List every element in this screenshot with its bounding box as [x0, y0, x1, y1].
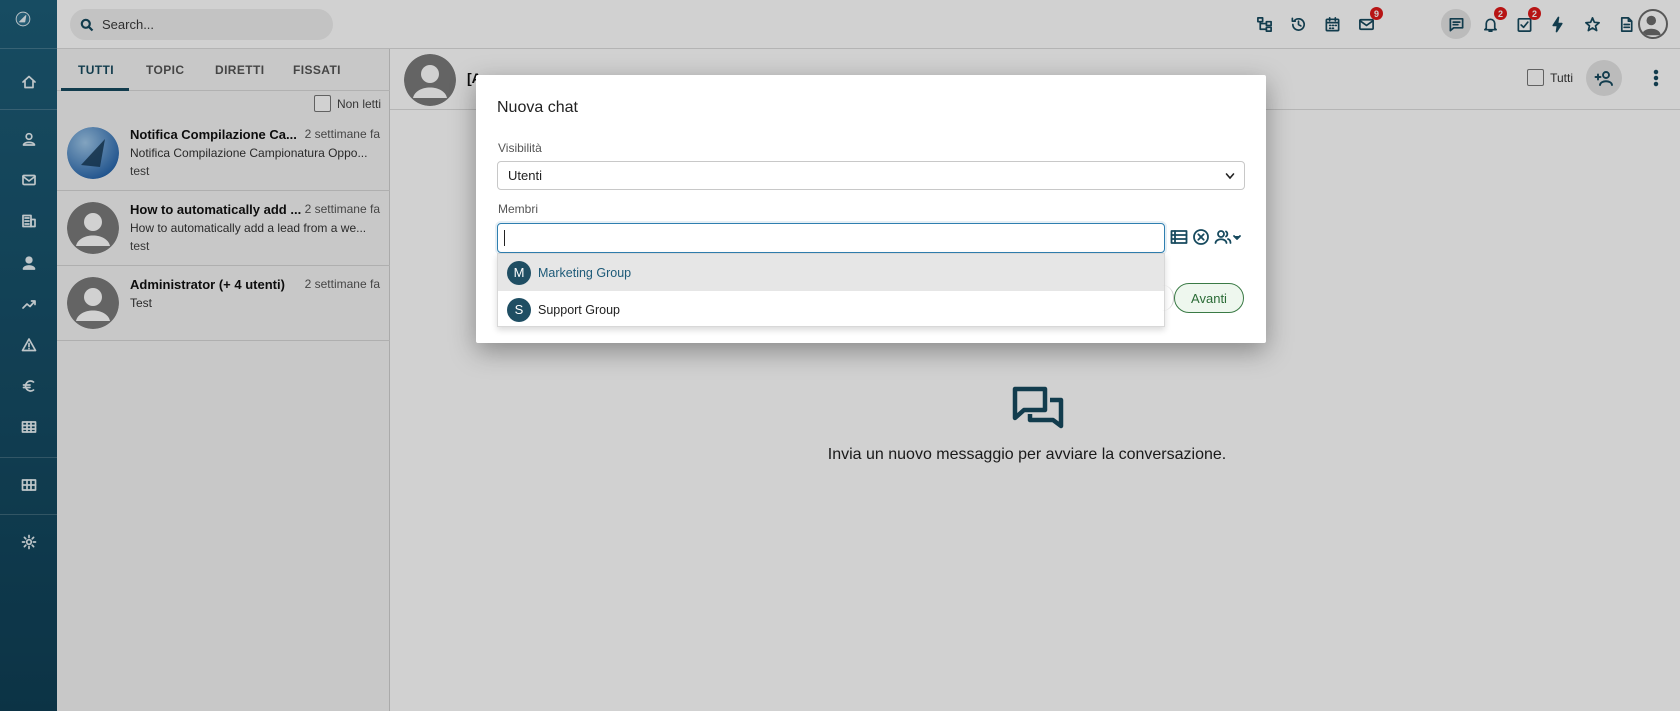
list-icon[interactable]: [1170, 229, 1188, 245]
suggestion-support-group[interactable]: S Support Group: [498, 291, 1164, 328]
chevron-down-icon: [1225, 173, 1235, 180]
group-select-icon[interactable]: [1214, 228, 1242, 246]
next-button[interactable]: Avanti: [1174, 283, 1244, 313]
visibility-value: Utenti: [508, 168, 542, 183]
clear-icon[interactable]: [1192, 228, 1210, 246]
suggestion-marketing-group[interactable]: M Marketing Group: [498, 254, 1164, 291]
dialog-title: Nuova chat: [497, 99, 578, 116]
suggestion-avatar: M: [507, 260, 531, 285]
members-actions: [1170, 228, 1242, 246]
suggestion-avatar: S: [507, 297, 531, 322]
hidden-button-edge: [1162, 285, 1174, 311]
members-suggestions: M Marketing Group S Support Group: [497, 253, 1165, 327]
suggestion-label: Marketing Group: [538, 265, 632, 280]
new-chat-dialog: Nuova chat Visibilità Utenti Membri M Ma…: [476, 75, 1266, 343]
text-caret: [504, 230, 505, 246]
visibility-select[interactable]: Utenti: [497, 161, 1245, 190]
members-label: Membri: [498, 202, 539, 216]
suggestion-label: Support Group: [538, 302, 620, 317]
members-input[interactable]: [497, 223, 1165, 253]
visibility-label: Visibilità: [498, 141, 542, 155]
